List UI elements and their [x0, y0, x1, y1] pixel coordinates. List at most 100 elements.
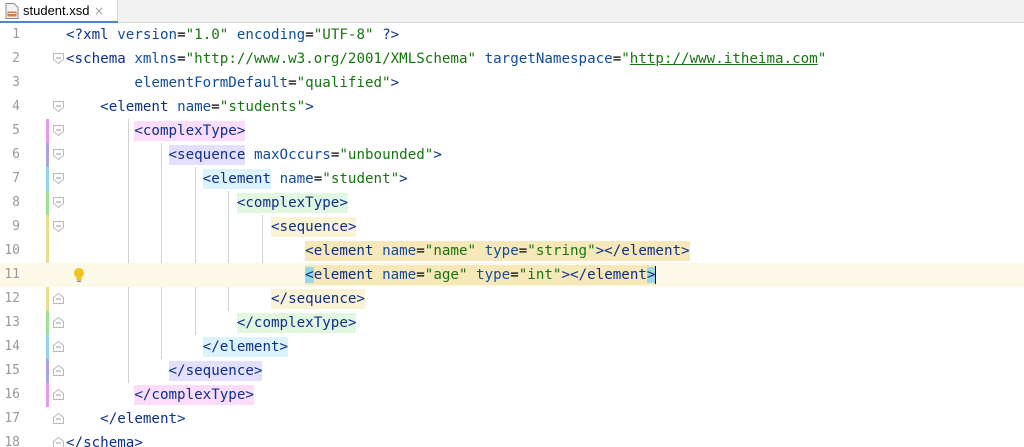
code-line[interactable]: 17 </element> — [0, 407, 1024, 431]
tag-close: ></element — [561, 267, 647, 283]
equals: = — [416, 267, 425, 283]
code-text[interactable]: <element name="age" type="int"></element… — [66, 265, 657, 285]
code-line-current[interactable]: 11 <element name="age" type="int"></elem… — [0, 263, 1024, 287]
code-line[interactable]: 4 <element name="students"> — [0, 95, 1024, 119]
tag-bracket: > — [399, 171, 408, 187]
fold-icon[interactable] — [53, 365, 64, 376]
line-number: 13 — [4, 315, 20, 330]
attr-value: "UTF-8" — [313, 27, 374, 43]
fold-icon[interactable] — [53, 149, 64, 160]
line-number: 15 — [4, 363, 20, 378]
fold-icon[interactable] — [53, 389, 64, 400]
attr-name: name — [279, 171, 314, 187]
tag-bracket: > — [390, 75, 400, 91]
fold-icon[interactable] — [53, 437, 64, 447]
code-text[interactable]: </element> — [66, 337, 289, 357]
code-line[interactable]: 2 <schema xmlns="http://www.w3.org/2001/… — [0, 47, 1024, 71]
fold-icon[interactable] — [53, 341, 64, 352]
code-line[interactable]: 3 elementFormDefault="qualified"> — [0, 71, 1024, 95]
code-text[interactable]: <schema xmlns="http://www.w3.org/2001/XM… — [66, 50, 826, 68]
close-icon[interactable]: × — [94, 3, 104, 19]
code-text[interactable]: <sequence> — [66, 217, 357, 237]
attr-name: name — [382, 267, 417, 283]
tag-complextype-close: </complexType> — [134, 385, 254, 405]
tag-bracket: < — [100, 99, 109, 115]
code-text[interactable]: elementFormDefault="qualified"> — [66, 74, 399, 92]
code-line[interactable]: 8 <complexType> — [0, 191, 1024, 215]
line-number: 6 — [12, 147, 20, 162]
line-number: 7 — [12, 171, 20, 186]
attr-value: "string" — [527, 243, 596, 259]
namespace-url-link[interactable]: http://www.itheima.com — [630, 51, 818, 67]
code-text[interactable]: </sequence> — [66, 289, 365, 309]
attr-quote: " — [621, 51, 630, 67]
code-text[interactable]: </element> — [66, 410, 186, 428]
tag-bracket: ?> — [382, 27, 400, 43]
code-text[interactable]: <complexType> — [66, 193, 348, 213]
code-text[interactable]: <element name="students"> — [66, 98, 314, 116]
tag-name: sequence — [177, 147, 246, 163]
code-editor[interactable]: 1 <?xml version="1.0" encoding="UTF-8" ?… — [0, 23, 1024, 447]
line-number: 16 — [4, 387, 20, 402]
tab-student-xsd[interactable]: student.xsd × — [0, 0, 118, 23]
fold-icon[interactable] — [53, 101, 64, 112]
tag-bracket: < — [202, 171, 212, 187]
tag-sequence-close: </sequence> — [271, 289, 365, 309]
attr-name: type — [476, 267, 511, 283]
attr-value: "http://www.w3.org/2001/XMLSchema" — [185, 51, 477, 67]
code-line[interactable]: 18 </schema> — [0, 431, 1024, 447]
code-line[interactable]: 15 </sequence> — [0, 359, 1024, 383]
code-text[interactable]: </sequence> — [66, 361, 263, 381]
fold-icon[interactable] — [53, 413, 64, 424]
code-line[interactable]: 13 </complexType> — [0, 311, 1024, 335]
fold-icon[interactable] — [53, 53, 64, 64]
code-text[interactable]: <complexType> — [66, 121, 246, 141]
attr-name: xmlns — [134, 51, 178, 67]
code-line[interactable]: 16 </complexType> — [0, 383, 1024, 407]
tag-schema-close: </schema> — [66, 435, 143, 447]
code-line[interactable]: 12 </sequence> — [0, 287, 1024, 311]
attr-value: "int" — [518, 267, 562, 283]
equals: = — [510, 267, 519, 283]
tag-bracket: < — [305, 243, 314, 259]
code-line[interactable]: 6 <sequence maxOccurs="unbounded"> — [0, 143, 1024, 167]
code-line[interactable]: 5 <complexType> — [0, 119, 1024, 143]
xsd-file-icon — [5, 3, 19, 19]
code-line[interactable]: 9 <sequence> — [0, 215, 1024, 239]
line-number: 10 — [4, 243, 20, 258]
attr-value: "student" — [322, 171, 400, 187]
line-number: 12 — [4, 291, 20, 306]
tag-bracket: > — [433, 147, 442, 163]
equals: = — [416, 243, 425, 259]
code-line[interactable]: 14 </element> — [0, 335, 1024, 359]
code-line[interactable]: 7 <element name="student"> — [0, 167, 1024, 191]
fold-icon[interactable] — [53, 221, 64, 232]
attr-name: name — [177, 99, 212, 115]
attr-name: type — [484, 243, 519, 259]
line-number: 2 — [12, 51, 20, 66]
fold-icon[interactable] — [53, 197, 64, 208]
attr-name: targetNamespace — [484, 51, 613, 67]
line-number: 3 — [12, 75, 20, 90]
line-number: 4 — [12, 99, 20, 114]
fold-icon[interactable] — [53, 317, 64, 328]
code-text[interactable]: <element name="name" type="string"></ele… — [66, 241, 690, 261]
fold-icon[interactable] — [53, 173, 64, 184]
fold-icon[interactable] — [53, 293, 64, 304]
code-text[interactable]: <?xml version="1.0" encoding="UTF-8" ?> — [66, 26, 399, 44]
code-line[interactable]: 10 <element name="name" type="string"></… — [0, 239, 1024, 263]
fold-icon[interactable] — [53, 125, 64, 136]
code-text[interactable]: </schema> — [66, 434, 143, 447]
tag-element-close: </element> — [100, 411, 186, 427]
matched-bracket: < — [305, 267, 314, 283]
code-text[interactable]: <element name="student"> — [66, 169, 408, 189]
attr-name: version — [117, 27, 178, 43]
tag-complextype-open: <complexType> — [236, 193, 348, 213]
code-text[interactable]: </complexType> — [66, 385, 254, 405]
code-line[interactable]: 1 <?xml version="1.0" encoding="UTF-8" ?… — [0, 23, 1024, 47]
equals: = — [211, 99, 220, 115]
code-text[interactable]: </complexType> — [66, 313, 357, 333]
code-text[interactable]: <sequence maxOccurs="unbounded"> — [66, 145, 442, 165]
attr-name: elementFormDefault — [134, 75, 289, 91]
attr-quote: " — [817, 51, 827, 67]
